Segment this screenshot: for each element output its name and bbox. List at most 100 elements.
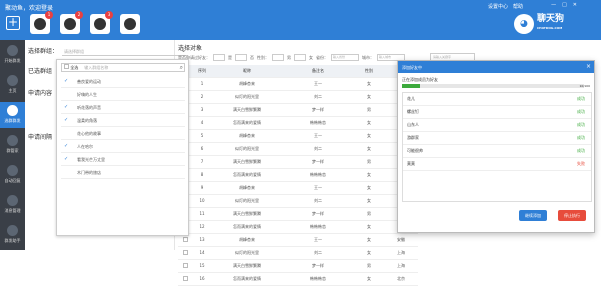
table-cell: 似灯的阳光里 (212, 142, 282, 156)
account-avatar-4[interactable] (120, 14, 140, 34)
close-icon[interactable]: ✕ (573, 2, 577, 8)
table-row[interactable]: 1胡峰杏来王一女安徽 (178, 77, 418, 91)
table-row[interactable]: 9胡峰杏来王一女安徽 (178, 181, 418, 195)
sidebar-item-group-send[interactable]: 选群群发 (0, 102, 25, 128)
table-cell: 梦一样 (282, 155, 354, 169)
table-row[interactable]: 8怎而满来的爱情韩韩韩恋女北京 (178, 168, 418, 182)
dropdown-item-label: 听花落的声音 (77, 105, 101, 110)
table-row[interactable]: 7满天白雪鲜繁腾梦一样男上海 (178, 155, 418, 169)
sidebar-item-manager[interactable]: 群管家 (0, 132, 25, 158)
table-row[interactable]: 6似灯的阳光里刘二女上海 (178, 142, 418, 156)
close-icon[interactable]: × (586, 63, 591, 70)
result-status: 成功 (577, 135, 585, 140)
table-cell: 女 (354, 233, 384, 247)
table-cell (178, 259, 192, 273)
table-cell: 胡峰杏来 (212, 233, 282, 247)
result-name: 莫莫 (407, 161, 415, 166)
filter-input[interactable] (235, 54, 247, 61)
dialog-header: 添加好友中 × (398, 61, 594, 73)
result-name: 螺丝钉 (407, 109, 419, 114)
account-avatar-3[interactable]: 3 (90, 11, 113, 34)
group-dropdown: 全选 输入群组名称 ⌕ ✓ 善良爱的运动 好嗨的人生 ✓ 听花落的声音 ✓ 温柔的角落 花… (56, 59, 189, 236)
dropdown-item[interactable]: ✓ 温柔的角落 (61, 114, 185, 127)
table-cell: 男 (354, 155, 384, 169)
group-select[interactable]: 请选择群组 ⌄ (62, 46, 188, 56)
table-row[interactable]: 14 似灯的阳光里 刘二女上海 (178, 246, 418, 260)
dropdown-item[interactable]: ✓ 人在哈尔 (61, 140, 185, 153)
filter-label: 性别： (257, 54, 269, 60)
filter-input[interactable] (213, 54, 225, 61)
dropdown-item[interactable]: 好嗨的人生 (61, 88, 185, 101)
table-cell: 满天白雪鲜繁腾 (212, 207, 282, 221)
sidebar-item-assistant[interactable]: 群发助手 (0, 222, 25, 248)
dropdown-item[interactable]: 花心他的故事 (61, 127, 185, 140)
table-cell: 1 (192, 77, 212, 91)
result-name: 游群家 (407, 135, 419, 140)
continue-add-button[interactable]: 继续添加 (519, 210, 547, 221)
table-row[interactable]: 4怎而满来的爱情韩韩韩恋女北京 (178, 116, 418, 130)
table-row[interactable]: 2似灯的阳光里刘二女上海 (178, 90, 418, 104)
table-row[interactable]: 10似灯的阳光里刘二女上海 (178, 194, 418, 208)
select-all-checkbox[interactable] (64, 64, 69, 69)
row-checkbox[interactable] (182, 236, 188, 242)
table-cell: 13 (192, 233, 212, 247)
result-name: 山东人 (407, 122, 419, 127)
sidebar-item-messages[interactable]: 消息管理 (0, 192, 25, 218)
table-cell: 8 (192, 168, 212, 182)
table-cell: 女 (354, 272, 384, 286)
result-row: 莫莫 失败 (403, 158, 591, 171)
sidebar-item-start[interactable]: 开始群发 (0, 42, 25, 68)
add-account-button[interactable]: + (6, 16, 20, 30)
filter-label: 否 (250, 54, 254, 60)
table-row[interactable]: 11满天白雪鲜繁腾梦一样男上海 (178, 207, 418, 221)
dropdown-item[interactable]: ✓ 看我光芒万丈里 (61, 153, 185, 166)
dropdown-item-label: 善良爱的运动 (77, 79, 101, 84)
filter-input[interactable] (294, 54, 306, 61)
result-status: 成功 (577, 96, 585, 101)
dropdown-search[interactable]: 全选 输入群组名称 ⌕ (61, 63, 185, 72)
logo-subtext: CHATDOG.COM (536, 26, 563, 30)
avatar-icon (94, 18, 106, 30)
row-checkbox[interactable] (182, 275, 188, 281)
maximize-icon[interactable]: □ (562, 2, 567, 8)
account-avatar-2[interactable]: 2 (60, 11, 83, 34)
unread-badge: 2 (75, 11, 83, 19)
minimize-icon[interactable]: — (551, 2, 556, 8)
table-cell: 王一 (282, 233, 354, 247)
dropdown-item-label: 木门带的旅店 (77, 170, 101, 175)
table-cell (178, 246, 192, 260)
province-input[interactable]: 输入省份 (331, 54, 359, 61)
filter-label: 是 (228, 54, 232, 60)
table-cell: 满天白雪鲜繁腾 (212, 155, 282, 169)
help-link[interactable]: 帮助 (513, 3, 523, 10)
left-panel: 选择群组： 请选择群组 ⌄ 已选群组 申请内容 申请间隔 全选 输入群组名称 ⌕ ✓ 善… (25, 40, 189, 250)
sidebar-item-home[interactable]: 主页 (0, 72, 25, 98)
table-cell: 女 (354, 168, 384, 182)
table-row[interactable]: 3满天白雪鲜繁腾梦一样男上海 (178, 103, 418, 117)
dropdown-item[interactable]: ✓ 善良爱的运动 (61, 75, 185, 88)
sidebar-label: 自动回复 (4, 178, 21, 183)
table-row[interactable]: 15 满天白雪鲜繁腾 梦一样男上海 (178, 259, 418, 273)
row-checkbox[interactable] (182, 249, 188, 255)
filter-input[interactable] (272, 54, 284, 61)
table-row[interactable]: 16 怎而满来的爱情 韩韩韩恋女北京 (178, 272, 418, 286)
window-controls: — □ ✕ (551, 2, 577, 8)
result-status: 成功 (577, 122, 585, 127)
table-cell: 12 (192, 220, 212, 234)
stop-button[interactable]: 停止执行 (558, 210, 586, 221)
dropdown-item[interactable]: 木门带的旅店 (61, 166, 185, 179)
sidebar-item-autoreply[interactable]: 自动回复 (0, 162, 25, 188)
table-cell: 女 (354, 142, 384, 156)
add-friends-dialog: 添加好友中 × 正在添加成员为好友 10/100 花儿 成功 螺丝钉 成功 山东人 成功 游群… (397, 60, 595, 233)
sidebar-label: 消息管理 (4, 208, 21, 213)
row-checkbox[interactable] (182, 262, 188, 268)
table-row[interactable]: 12怎而满来的爱情韩韩韩恋女北京 (178, 220, 418, 234)
table-row[interactable]: 13 胡峰杏来 王一女安徽 (178, 233, 418, 247)
table-cell: 梦一样 (282, 103, 354, 117)
reply-icon (7, 165, 18, 176)
table-row[interactable]: 5胡峰杏来王一女安徽 (178, 129, 418, 143)
settings-link[interactable]: 设置中心 (488, 3, 508, 10)
dropdown-item[interactable]: ✓ 听花落的声音 (61, 101, 185, 114)
group-select-label: 选择群组： (28, 48, 59, 55)
account-avatar-1[interactable]: 1 (30, 11, 53, 34)
